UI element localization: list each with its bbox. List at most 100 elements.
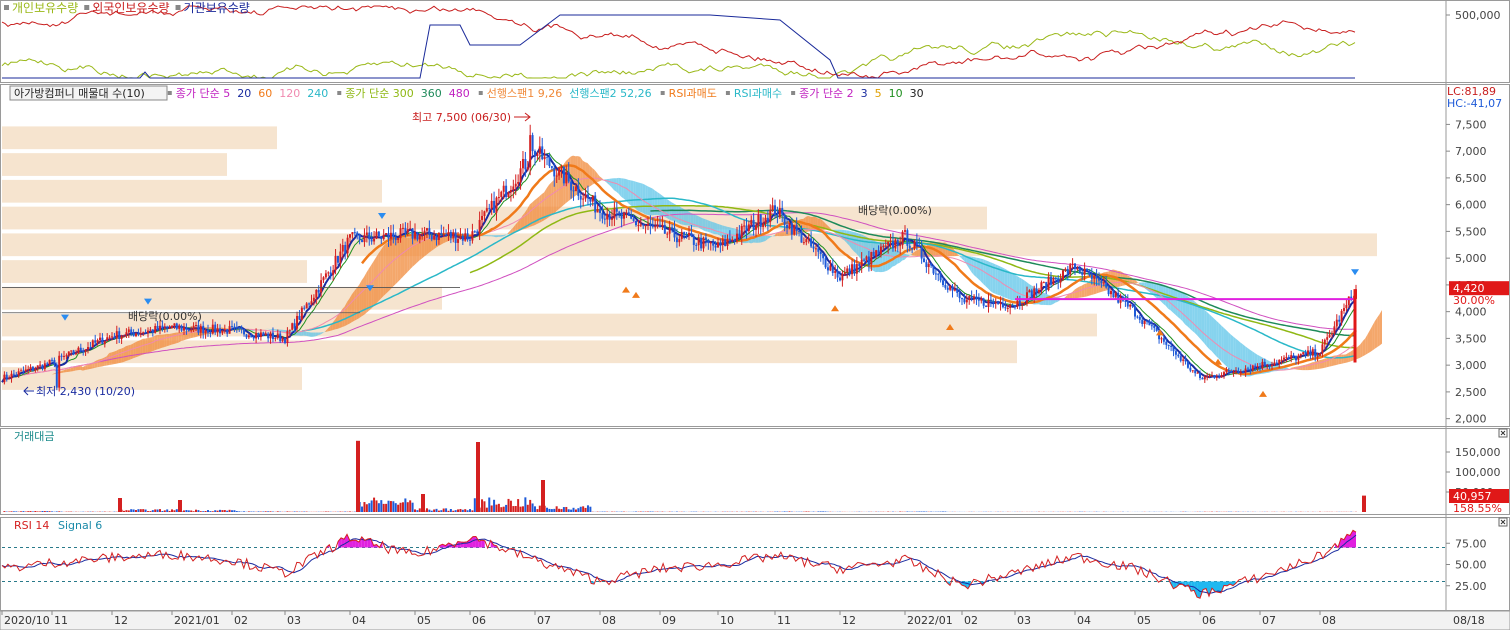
x-tick-label: 06 xyxy=(1202,614,1216,627)
candle-body xyxy=(1345,305,1347,308)
volume-bar xyxy=(200,511,202,512)
volume-bar xyxy=(202,511,204,512)
volume-bar xyxy=(575,509,577,512)
panel-close-icon[interactable] xyxy=(1499,429,1507,437)
candle-body xyxy=(505,186,507,197)
rsi-tick-label: 25.00 xyxy=(1455,580,1487,593)
price-tick-label: 6,500 xyxy=(1455,172,1487,185)
candle-body xyxy=(834,271,836,273)
volume-bar xyxy=(395,503,397,512)
candle-body xyxy=(762,223,764,227)
candle-body xyxy=(212,325,214,334)
candle-body xyxy=(414,232,416,239)
candle-body xyxy=(520,168,522,182)
volume-bar xyxy=(469,509,471,512)
volume-profile-bar xyxy=(2,260,307,283)
cloud-bearish xyxy=(640,183,642,213)
cloud-bullish xyxy=(1372,321,1374,350)
rsi-title: RSI 14 xyxy=(14,519,49,532)
candle-body xyxy=(798,231,800,232)
volume-spike-bar xyxy=(541,480,545,512)
candle-body xyxy=(887,241,889,245)
candle-body xyxy=(1007,308,1009,309)
candle-body xyxy=(890,241,892,242)
cloud-bearish xyxy=(1212,316,1214,353)
legend-bullet xyxy=(168,91,172,95)
cloud-bullish xyxy=(347,298,349,324)
candle-body xyxy=(147,331,149,333)
x-tick-label: 11 xyxy=(777,614,791,627)
candle-body xyxy=(82,351,84,352)
volume-bar xyxy=(397,505,399,512)
candle-body xyxy=(786,225,788,228)
candle-body xyxy=(335,256,337,270)
cloud-bullish xyxy=(1082,284,1084,297)
candle-body xyxy=(450,232,452,238)
candle-body xyxy=(971,296,973,298)
candle-body xyxy=(676,237,678,242)
candle-body xyxy=(1187,361,1189,367)
candle-body xyxy=(885,245,887,246)
cloud-bearish xyxy=(313,333,315,337)
candle-body xyxy=(1012,305,1014,306)
holdings-legend-item: 기관보유수량 xyxy=(184,1,250,15)
legend-item: 선행스팬1 9,26 xyxy=(487,87,562,100)
candle-body xyxy=(700,238,702,248)
cloud-bullish xyxy=(415,236,417,265)
volume-bar xyxy=(431,511,433,512)
candle-body xyxy=(135,333,137,336)
volume-profile-bar xyxy=(2,153,227,176)
volume-bar xyxy=(270,511,272,512)
candle-body xyxy=(743,226,745,227)
legend-item: 360 xyxy=(421,87,442,100)
candle-body xyxy=(1168,345,1170,346)
cloud-bullish xyxy=(551,180,553,215)
volume-bar xyxy=(368,503,370,512)
candle-body xyxy=(688,233,690,235)
volume-bar xyxy=(532,503,534,512)
cloud-bullish xyxy=(398,237,400,283)
stock-chart[interactable]: 최고 7,500 (06/30)최저 2,430 (10/20)배당락(0.00… xyxy=(0,0,1510,630)
candle-body xyxy=(1050,277,1052,285)
candle-body xyxy=(1112,291,1114,297)
candle-body xyxy=(952,286,954,291)
cloud-bearish xyxy=(1233,336,1235,372)
legend-item: 10 xyxy=(889,87,903,100)
candle-body xyxy=(354,232,356,233)
legend-item: 선행스팬2 52,26 xyxy=(569,87,651,100)
candle-body xyxy=(808,238,810,239)
candle-body xyxy=(1213,375,1215,378)
candle-body xyxy=(961,298,963,299)
candle-body xyxy=(233,327,235,328)
candle-body xyxy=(882,246,884,247)
candle-body xyxy=(731,240,733,241)
volume-bar xyxy=(193,511,195,512)
candle-body xyxy=(1177,355,1179,356)
volume-bar xyxy=(474,498,476,512)
volume-bar xyxy=(493,500,495,512)
volume-bar xyxy=(161,511,163,512)
candle-body xyxy=(274,338,276,339)
candle-body xyxy=(963,299,965,303)
volume-bar xyxy=(546,508,548,512)
volume-bar xyxy=(207,510,209,512)
volume-bar xyxy=(130,509,132,512)
volume-bar xyxy=(128,510,130,512)
candle-body xyxy=(585,195,587,199)
candle-body xyxy=(575,186,577,190)
legend-item: 5 xyxy=(875,87,882,100)
candle-body xyxy=(416,232,418,240)
candle-body xyxy=(1180,356,1182,361)
candle-body xyxy=(546,157,548,158)
candle-body xyxy=(1088,271,1090,275)
volume-bar xyxy=(209,511,211,512)
cloud-bearish xyxy=(1183,293,1185,324)
candle-body xyxy=(1173,347,1175,352)
candle-body xyxy=(445,235,447,236)
candle-body xyxy=(366,233,368,235)
candle-body xyxy=(1028,290,1030,292)
candle-body xyxy=(298,316,300,320)
rsi-tick-label: 50.00 xyxy=(1455,559,1487,572)
panel-close-icon[interactable] xyxy=(1499,518,1507,526)
x-tick-label: 08 xyxy=(1322,614,1336,627)
